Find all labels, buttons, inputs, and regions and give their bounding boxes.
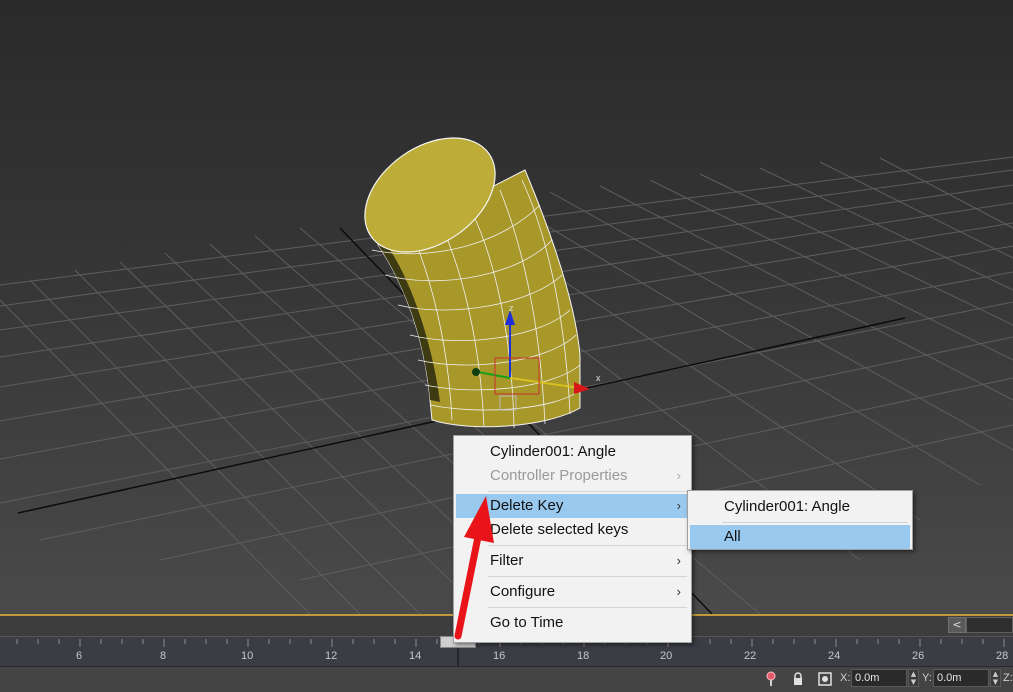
tick-label: 24 [828, 650, 841, 662]
key-mode-icon[interactable] [762, 670, 780, 688]
menu-item-delete-key[interactable]: Delete Key › [456, 494, 689, 518]
menu-item-label: Configure [490, 583, 556, 600]
menu-item-label: Delete selected keys [490, 521, 629, 538]
menu-item-go-to-time[interactable]: Go to Time [456, 611, 689, 635]
trackbar-context-menu: Cylinder001: Angle Controller Properties… [453, 435, 692, 643]
submenu-item-all[interactable]: All [690, 525, 910, 549]
bent-cylinder[interactable] [343, 114, 581, 429]
gizmo-z-label: z [509, 303, 514, 313]
tick-label: 14 [409, 650, 422, 662]
z-coord-label: Z: [1003, 672, 1013, 684]
chevron-right-icon: › [676, 584, 681, 599]
tick-label: 28 [996, 650, 1009, 662]
chevron-right-icon: › [676, 498, 681, 513]
x-coord-input[interactable]: 0.0m [851, 669, 907, 687]
tick-label: 6 [76, 650, 83, 662]
menu-item-label: Filter [490, 552, 524, 569]
menu-item-configure[interactable]: Configure › [456, 580, 689, 604]
tick-label: 16 [493, 650, 506, 662]
menu-separator [722, 522, 908, 523]
menu-separator [488, 491, 687, 492]
tick-label: 22 [744, 650, 757, 662]
menu-item-label: Delete Key [490, 497, 564, 514]
delete-key-submenu: Cylinder001: Angle All [687, 490, 913, 550]
selection-icon[interactable] [816, 670, 834, 688]
frame-field[interactable] [966, 617, 1013, 633]
lock-icon[interactable] [789, 670, 807, 688]
chevron-right-icon: › [676, 468, 681, 483]
menu-item-filter[interactable]: Filter › [456, 549, 689, 573]
gizmo-x-label: x [596, 373, 601, 383]
menu-item-label: Cylinder001: Angle [724, 498, 850, 515]
menu-item-label: Go to Time [490, 614, 564, 631]
y-coord-input[interactable]: 0.0m [933, 669, 989, 687]
menu-item-label: All [724, 528, 741, 545]
menu-item-label: Controller Properties [490, 467, 628, 484]
y-coord-label: Y: [922, 672, 932, 684]
tick-label: 26 [912, 650, 925, 662]
menu-separator [488, 545, 687, 546]
tick-label: 12 [325, 650, 338, 662]
timeline-back-button[interactable]: < [948, 617, 966, 633]
tick-label: 8 [160, 650, 167, 662]
x-coord-spinner[interactable]: ▲ ▼ [908, 669, 919, 687]
menu-item-label: Cylinder001: Angle [490, 443, 616, 460]
menu-separator [488, 607, 687, 608]
tick-label: 20 [660, 650, 673, 662]
submenu-item-cylinder-angle[interactable]: Cylinder001: Angle [690, 495, 910, 519]
menu-separator [488, 576, 687, 577]
tick-label: 18 [577, 650, 590, 662]
chevron-right-icon: › [676, 553, 681, 568]
menu-item-cylinder-angle[interactable]: Cylinder001: Angle [456, 440, 689, 464]
menu-item-delete-selected-keys[interactable]: Delete selected keys [456, 518, 689, 542]
x-coord-label: X: [840, 672, 851, 684]
y-coord-spinner[interactable]: ▲ ▼ [990, 669, 1001, 687]
menu-item-controller-properties[interactable]: Controller Properties › [456, 464, 689, 488]
tick-label: 10 [241, 650, 254, 662]
